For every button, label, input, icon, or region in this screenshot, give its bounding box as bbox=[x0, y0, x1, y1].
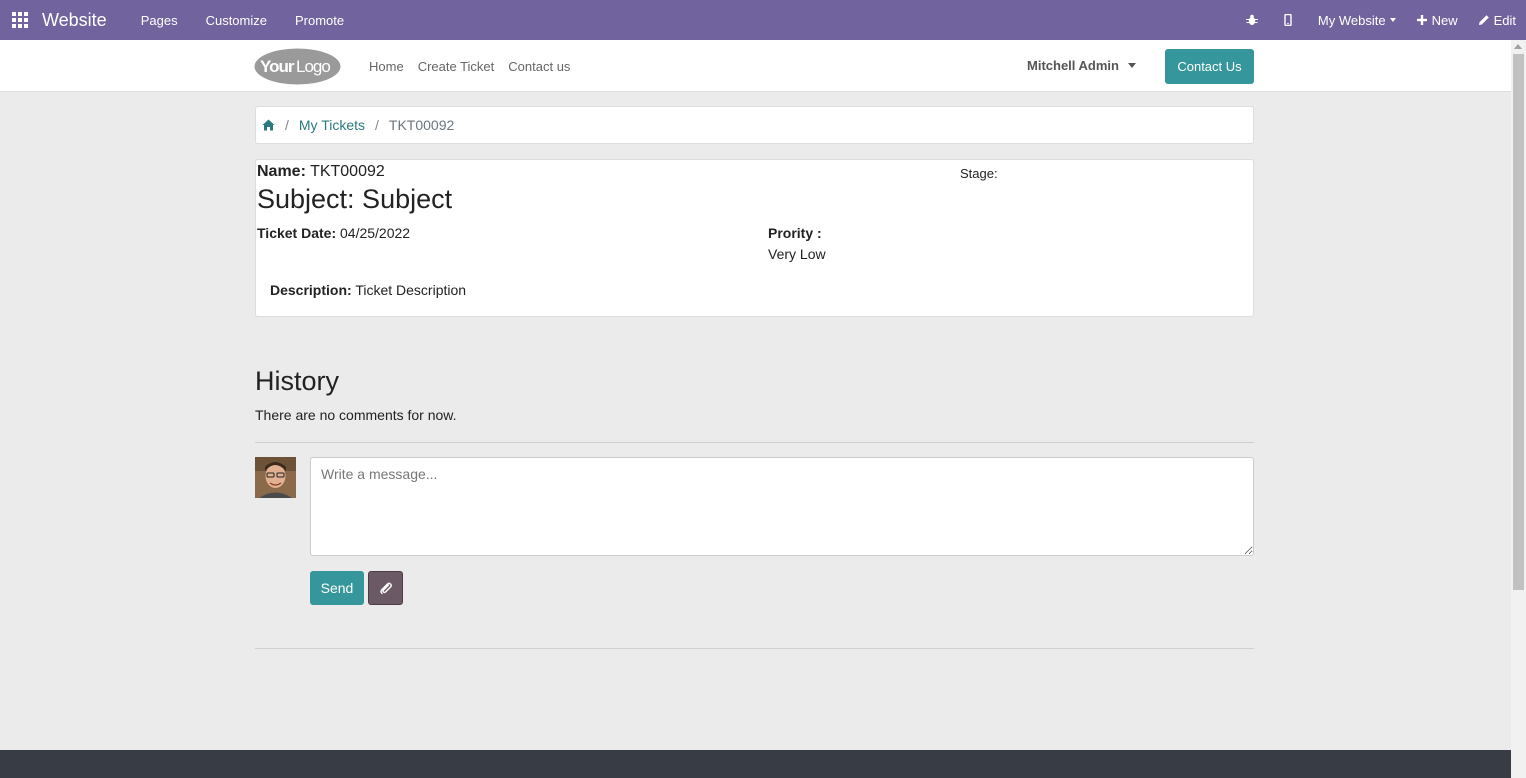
logo[interactable]: Your Logo bbox=[254, 48, 341, 85]
nav-contact-us[interactable]: Contact us bbox=[508, 59, 570, 74]
ticket-date: Ticket Date: 04/25/2022 bbox=[257, 225, 410, 241]
edit-button[interactable]: Edit bbox=[1468, 0, 1526, 40]
new-button[interactable]: New bbox=[1406, 0, 1468, 40]
bug-icon bbox=[1245, 14, 1258, 25]
user-menu[interactable]: Mitchell Admin bbox=[1027, 58, 1136, 73]
chevron-down-icon bbox=[1389, 18, 1396, 22]
ticket-name-value: TKT00092 bbox=[310, 163, 385, 180]
breadcrumb-current: TKT00092 bbox=[388, 117, 455, 133]
site-nav: Home Create Ticket Contact us bbox=[369, 40, 584, 92]
debug-button[interactable] bbox=[1236, 0, 1272, 40]
scrollbar[interactable] bbox=[1511, 40, 1526, 778]
nav-home[interactable]: Home bbox=[369, 59, 404, 74]
website-selector[interactable]: My Website bbox=[1308, 0, 1406, 40]
no-comments-text: There are no comments for now. bbox=[255, 407, 457, 423]
mobile-preview-button[interactable] bbox=[1272, 0, 1308, 40]
contact-us-button[interactable]: Contact Us bbox=[1165, 49, 1254, 84]
divider bbox=[255, 648, 1254, 649]
breadcrumb: / My Tickets / TKT00092 bbox=[255, 106, 1254, 144]
ticket-description-label: Description: bbox=[270, 282, 352, 298]
ticket-description-value: Ticket Description bbox=[355, 282, 467, 298]
ticket-priority-value: Very Low bbox=[768, 246, 826, 262]
ticket-card: Name: TKT00092 Stage: Subject: Subject T… bbox=[255, 159, 1254, 317]
footer bbox=[0, 750, 1511, 778]
ticket-date-value: 04/25/2022 bbox=[340, 225, 411, 241]
history-title: History bbox=[255, 366, 340, 396]
attach-button[interactable] bbox=[368, 571, 403, 605]
admin-right-actions: My Website New Edit bbox=[1236, 0, 1526, 40]
website-selector-label: My Website bbox=[1317, 12, 1386, 28]
menu-customize[interactable]: Customize bbox=[192, 13, 281, 28]
ticket-name-label: Name: bbox=[257, 163, 306, 180]
ticket-stage-label: Stage: bbox=[960, 166, 998, 181]
home-icon[interactable] bbox=[262, 119, 275, 131]
divider bbox=[255, 442, 1254, 443]
menu-pages[interactable]: Pages bbox=[127, 13, 192, 28]
avatar bbox=[255, 457, 296, 498]
scroll-up-arrow[interactable] bbox=[1514, 44, 1522, 49]
breadcrumb-separator: / bbox=[285, 117, 289, 133]
chevron-down-icon bbox=[1127, 63, 1136, 68]
nav-create-ticket[interactable]: Create Ticket bbox=[418, 59, 495, 74]
svg-text:Logo: Logo bbox=[296, 57, 330, 76]
pencil-icon bbox=[1478, 15, 1489, 25]
breadcrumb-my-tickets[interactable]: My Tickets bbox=[299, 117, 365, 133]
apps-grid-icon[interactable] bbox=[0, 0, 40, 40]
ticket-description: Description: Ticket Description bbox=[270, 282, 466, 298]
message-input[interactable] bbox=[310, 457, 1254, 556]
paperclip-icon bbox=[379, 582, 392, 595]
plus-icon bbox=[1416, 15, 1427, 25]
scroll-thumb[interactable] bbox=[1513, 54, 1524, 590]
admin-bar: Website Pages Customize Promote My Websi… bbox=[0, 0, 1526, 40]
breadcrumb-separator: / bbox=[375, 117, 379, 133]
ticket-subject: Subject: Subject bbox=[257, 184, 453, 214]
send-button[interactable]: Send bbox=[310, 571, 364, 605]
mobile-icon bbox=[1284, 14, 1292, 26]
site-header: Your Logo Home Create Ticket Contact us … bbox=[0, 40, 1511, 92]
svg-text:Your: Your bbox=[260, 57, 295, 76]
ticket-date-label: Ticket Date: bbox=[257, 225, 337, 241]
new-label: New bbox=[1431, 12, 1458, 28]
menu-promote[interactable]: Promote bbox=[281, 13, 358, 28]
admin-menu: Pages Customize Promote bbox=[127, 13, 358, 28]
ticket-name: Name: TKT00092 bbox=[257, 163, 385, 181]
app-name[interactable]: Website bbox=[42, 10, 107, 31]
user-name: Mitchell Admin bbox=[1027, 58, 1119, 73]
ticket-priority-label: Prority : bbox=[768, 225, 822, 241]
edit-label: Edit bbox=[1493, 12, 1516, 28]
